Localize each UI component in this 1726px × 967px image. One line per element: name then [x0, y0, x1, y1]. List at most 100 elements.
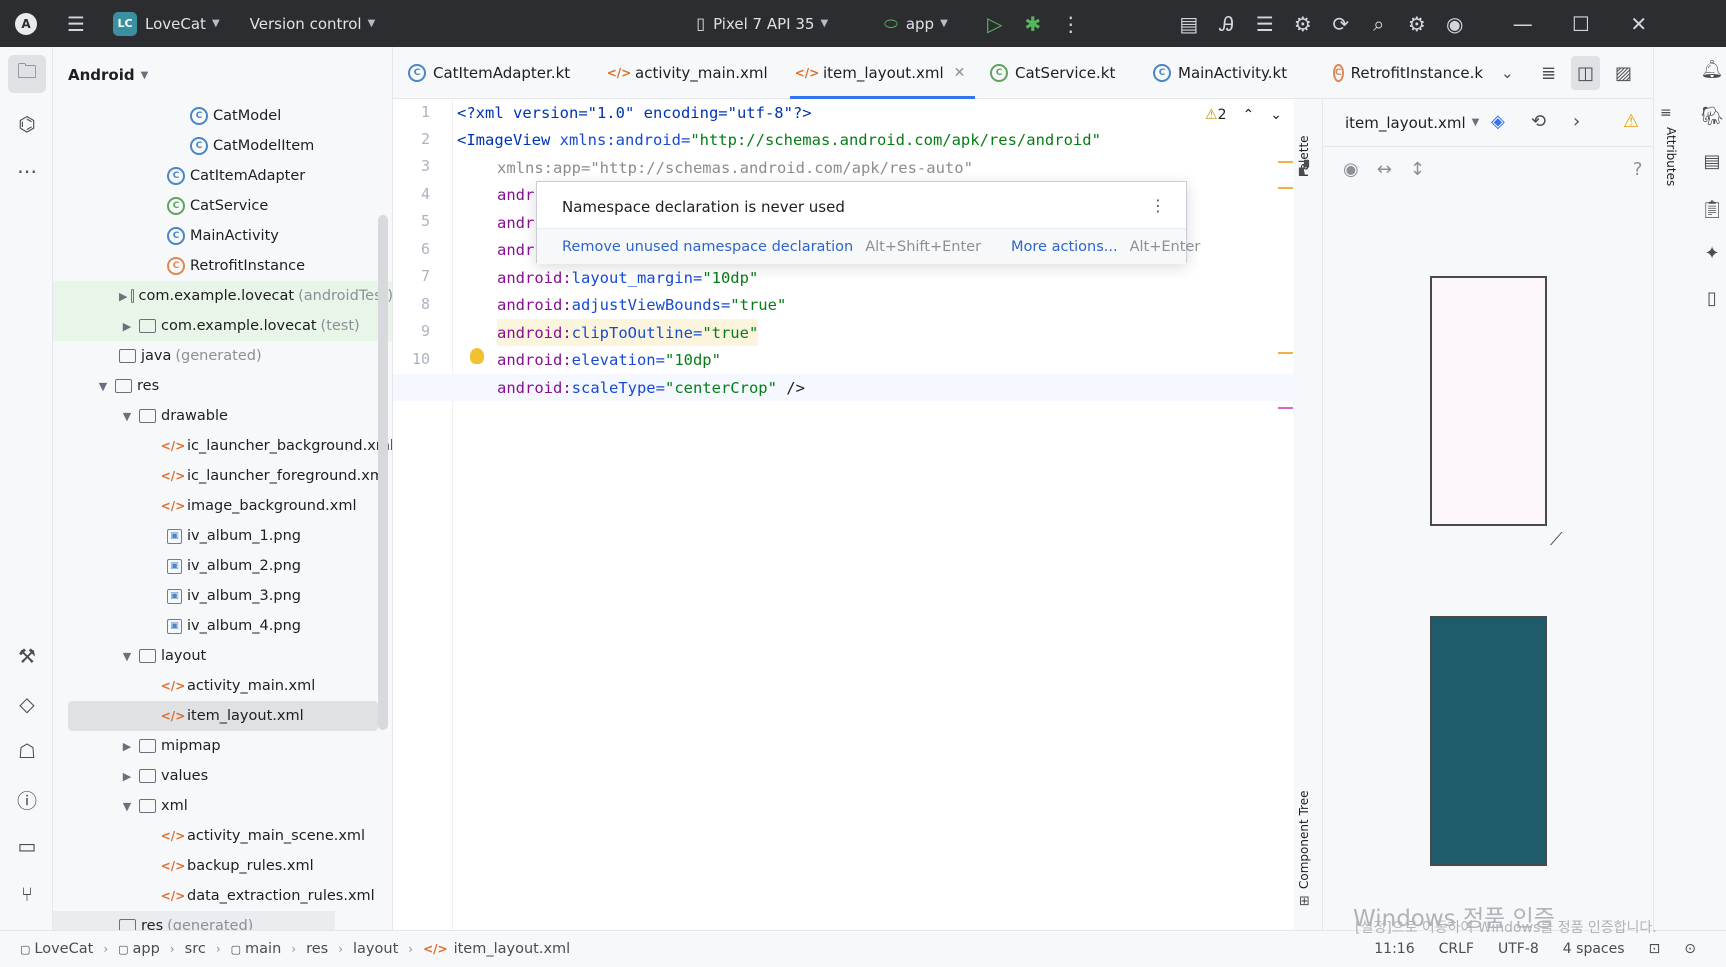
- line-separator[interactable]: CRLF: [1439, 941, 1474, 957]
- breadcrumb-item[interactable]: res: [306, 941, 328, 957]
- more-actions-link[interactable]: More actions...: [1011, 239, 1118, 255]
- chevron-right-icon[interactable]: ▶: [119, 290, 127, 303]
- tree-item[interactable]: ▼ layout: [53, 641, 392, 671]
- memory-indicator-icon[interactable]: ⊙: [1684, 941, 1696, 957]
- clipboard-icon[interactable]: 📋︎: [1699, 195, 1725, 223]
- resize-handle-icon[interactable]: ⟋: [1550, 529, 1563, 550]
- translate-icon[interactable]: Ꭿ: [1208, 0, 1246, 47]
- chevron-down-icon[interactable]: ▼: [119, 650, 135, 663]
- eye-icon[interactable]: ◉: [1343, 159, 1359, 180]
- tree-item[interactable]: </> ic_launcher_foreground.xml: [53, 461, 392, 491]
- chevron-down-icon[interactable]: ▼: [119, 410, 135, 423]
- tree-item[interactable]: </> activity_main_scene.xml: [53, 821, 392, 851]
- tree-item[interactable]: </> activity_main.xml: [53, 671, 392, 701]
- tab-retrofitinstance[interactable]: C RetrofitInstance.kt: [1333, 47, 1483, 99]
- lightbulb-icon[interactable]: [470, 348, 484, 364]
- tree-item[interactable]: </> image_background.xml: [53, 491, 392, 521]
- tree-item[interactable]: ▼ xml: [53, 791, 392, 821]
- tree-item[interactable]: C CatModel: [53, 101, 392, 131]
- debug-icon[interactable]: ✱: [1014, 0, 1052, 47]
- minimize-icon[interactable]: —: [1504, 0, 1542, 47]
- search-icon[interactable]: ⌕: [1360, 0, 1398, 47]
- component-tree-tab[interactable]: Component Tree: [1297, 791, 1311, 889]
- tab-catitemadapter[interactable]: C CatItemAdapter.kt: [408, 47, 570, 99]
- tree-item[interactable]: ▣ iv_album_4.png: [53, 611, 392, 641]
- settings-icon[interactable]: ⚙: [1398, 0, 1436, 47]
- close-icon[interactable]: ✕: [1620, 0, 1658, 47]
- hamburger-menu-icon[interactable]: ☰: [57, 0, 95, 47]
- problems-icon[interactable]: ⓘ: [8, 780, 46, 818]
- tree-item[interactable]: </> backup_rules.xml: [53, 851, 392, 881]
- inspection-widget[interactable]: ⚠2 ⌃ ⌄: [1205, 107, 1282, 123]
- previous-highlight-icon[interactable]: ⌃: [1242, 107, 1254, 123]
- chevron-down-icon[interactable]: ▼: [95, 380, 111, 393]
- breadcrumb-item[interactable]: main: [245, 941, 281, 957]
- breadcrumb-item[interactable]: src: [185, 941, 206, 957]
- tree-item[interactable]: java (generated): [53, 341, 392, 371]
- project-selector[interactable]: LC LoveCat ▼: [105, 0, 228, 47]
- breadcrumb-item[interactable]: item_layout.xml: [454, 941, 571, 957]
- tree-item[interactable]: ▶ com.example.lovecat (test): [53, 311, 392, 341]
- resize-vertical-icon[interactable]: ↕: [1410, 159, 1425, 180]
- tab-activity-main[interactable]: </> activity_main.xml: [607, 47, 768, 99]
- chevron-right-icon[interactable]: ›: [1573, 111, 1580, 132]
- chevron-right-icon[interactable]: ▶: [119, 740, 135, 753]
- chevron-right-icon[interactable]: ▶: [119, 770, 135, 783]
- sdk-manager-icon[interactable]: ⚙: [1284, 0, 1322, 47]
- remove-namespace-action[interactable]: Remove unused namespace declaration: [562, 239, 853, 255]
- gradle-icon[interactable]: 🐘︎: [1699, 102, 1725, 130]
- account-icon[interactable]: ◉: [1436, 0, 1474, 47]
- attributes-tab[interactable]: Attributes: [1664, 127, 1678, 186]
- error-stripe-mark[interactable]: [1278, 187, 1294, 189]
- tree-item[interactable]: C CatService: [53, 191, 392, 221]
- design-file-selector[interactable]: item_layout.xml: [1345, 114, 1466, 132]
- breadcrumb-item[interactable]: app: [133, 941, 160, 957]
- more-tools-icon[interactable]: ⋯: [8, 152, 46, 190]
- project-folder-icon[interactable]: 🗀: [8, 55, 46, 93]
- layout-inspector-icon[interactable]: ☰: [1246, 0, 1284, 47]
- git-branch-icon[interactable]: ⑂: [8, 875, 46, 913]
- tree-item[interactable]: ▶ com.example.lovecat (androidTest): [53, 281, 392, 311]
- chevron-right-icon[interactable]: ▶: [119, 320, 135, 333]
- notifications-icon[interactable]: 🔔︎: [1699, 55, 1725, 83]
- error-stripe-mark[interactable]: [1278, 352, 1294, 354]
- tree-item[interactable]: ▼ res: [53, 371, 392, 401]
- blueprint-preview[interactable]: [1430, 616, 1547, 866]
- readonly-lock-icon[interactable]: ⊡: [1649, 941, 1661, 957]
- tree-item[interactable]: ▣ iv_album_1.png: [53, 521, 392, 551]
- tree-item[interactable]: C CatModelItem: [53, 131, 392, 161]
- tree-item[interactable]: res (generated): [53, 911, 335, 930]
- code-view-icon[interactable]: ≣: [1541, 47, 1556, 99]
- logcat-icon[interactable]: ☖: [8, 732, 46, 770]
- resize-horizontal-icon[interactable]: ↔: [1377, 159, 1392, 180]
- resource-manager-icon[interactable]: ⌬: [8, 105, 46, 143]
- orientation-icon[interactable]: ⟲: [1531, 111, 1546, 132]
- breadcrumb-item[interactable]: layout: [353, 941, 398, 957]
- gemini-icon[interactable]: ✦: [1699, 239, 1725, 267]
- main-menu-logo[interactable]: A: [0, 0, 45, 47]
- device-selector[interactable]: ▯ Pixel 7 API 35 ▼: [688, 0, 836, 47]
- running-devices-icon[interactable]: ▯: [1699, 284, 1725, 312]
- indent-setting[interactable]: 4 spaces: [1563, 941, 1625, 957]
- tab-mainactivity[interactable]: C MainActivity.kt: [1153, 47, 1287, 99]
- maximize-icon[interactable]: ☐: [1562, 0, 1600, 47]
- tree-item-selected[interactable]: </> item_layout.xml: [68, 701, 378, 731]
- gradle-sync-icon[interactable]: ⟳: [1322, 0, 1360, 47]
- layers-icon[interactable]: ◈: [1491, 111, 1505, 132]
- tree-item[interactable]: ▼ drawable: [53, 401, 392, 431]
- chevron-down-icon[interactable]: ▼: [119, 800, 135, 813]
- tree-item[interactable]: ▶ mipmap: [53, 731, 392, 761]
- more-actions-icon[interactable]: ⋮: [1052, 0, 1090, 47]
- next-highlight-icon[interactable]: ⌄: [1270, 107, 1282, 123]
- split-view-icon[interactable]: ◫: [1571, 56, 1601, 90]
- close-tab-icon[interactable]: ✕: [954, 65, 966, 81]
- tree-item[interactable]: ▣ iv_album_2.png: [53, 551, 392, 581]
- breadcrumb-item[interactable]: LoveCat: [34, 941, 93, 957]
- tree-item[interactable]: C CatItemAdapter: [53, 161, 392, 191]
- tree-item[interactable]: </> ic_launcher_background.xml: [53, 431, 392, 461]
- error-stripe-mark[interactable]: [1278, 161, 1294, 163]
- project-view-selector[interactable]: Android ▼: [53, 47, 392, 103]
- project-scrollbar[interactable]: [378, 215, 388, 730]
- device-manager-icon[interactable]: ▤: [1170, 0, 1208, 47]
- popup-more-icon[interactable]: ⋮: [1150, 196, 1166, 215]
